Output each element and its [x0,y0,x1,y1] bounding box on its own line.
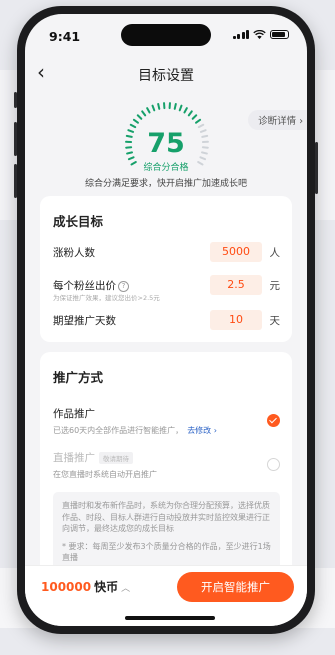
growth-goals-title: 成长目标 [53,214,104,229]
option-title: 作品推广 [53,408,95,420]
home-indicator [125,616,215,620]
option-title: 直播推广 敬请期待 [53,450,280,465]
option-desc-text: 已选60天内全部作品进行智能推广， [53,426,184,435]
score-grade: 综合分合格 [143,163,189,173]
gauge-tick [129,123,137,129]
goal-row-bid: 每个粉丝出价? 为保证推广效果，建议您出价>2.5元 2.5 元 [53,275,281,302]
gauge-tick [187,110,193,117]
battery-icon [270,30,289,39]
goal-label: 期望推广天数 [53,315,116,327]
phone-frame: 9:41 ‹ 目标设置 诊断详情 › 75 综合分合格 综合分满足要求，快开启推… [14,6,318,634]
gauge-tick [132,118,139,124]
option-desc: 在您直播时系统自动开启推广 [53,470,157,479]
goal-unit: 人 [269,247,281,259]
gauge-tick [157,102,161,110]
modify-link[interactable]: 去修改 › [187,426,217,435]
gauge-tick [136,114,143,120]
promotion-method-card: 推广方式 作品推广 已选60天内全部作品进行智能推广， 去修改 › 直播推广 敬请期… [40,352,292,592]
phone-side-button [14,92,17,108]
option-live-promotion[interactable]: 直播推广 敬请期待 在您直播时系统自动开启推广 [53,450,280,480]
goal-unit: 天 [269,315,281,327]
promotion-method-title: 推广方式 [53,370,104,385]
chevron-up-icon: ︿ [121,584,131,594]
diagnosis-label: 诊断详情 [258,116,297,127]
coin-balance[interactable]: 100000 快币 ︿ [41,578,130,595]
status-bar: 9:41 [25,14,307,54]
signal-icon [232,30,249,39]
gauge-tick [197,123,205,129]
goal-hint: 为保证推广效果，建议您出价>2.5元 [53,294,160,302]
page-title: 目标设置 [138,68,194,84]
option-desc: 已选60天内全部作品进行智能推广， 去修改 › [53,425,280,436]
wifi-icon [253,30,266,39]
coin-amount: 100000 [41,580,92,594]
diagnosis-details-button[interactable]: 诊断详情 › [248,110,307,130]
modify-link-label: 去修改 [187,426,212,435]
screen: 9:41 ‹ 目标设置 诊断详情 › 75 综合分合格 综合分满足要求，快开启推… [25,14,307,626]
status-icons [232,30,289,39]
gauge-tick [141,110,147,117]
score-value: 75 [147,128,185,159]
phone-volume-down [14,164,17,198]
goal-row-days: 期望推广天数 10 天 [53,310,280,332]
dynamic-island [121,24,211,46]
info-text: 直播时和发布新作品时，系统为你合理分配预算，选择优质作品、时段、目标人群进行自动… [62,501,270,533]
start-promotion-button[interactable]: 开启智能推广 [177,572,294,602]
option-title-text: 直播推广 [53,452,95,464]
score-summary: 综合分满足要求，快开启推广加速成长吧 [84,179,247,189]
gauge-tick [173,102,177,110]
gauge-tick [146,107,151,114]
gauge-tick [195,118,202,124]
goal-label: 涨粉人数 [53,247,95,259]
bid-input[interactable]: 2.5 [210,275,262,295]
radio-unselected-icon[interactable] [267,458,280,471]
gauge-tick [191,114,198,120]
goal-label: 每个粉丝出价? [53,278,129,293]
goal-unit: 元 [269,280,281,292]
phone-power-button [315,142,318,194]
status-time: 9:41 [49,29,81,44]
option-works-promotion[interactable]: 作品推广 已选60天内全部作品进行智能推广， 去修改 › [53,406,280,436]
gauge-tick [178,104,183,112]
question-icon[interactable]: ? [118,280,129,292]
radio-selected-icon[interactable] [267,414,280,427]
nav-bar: ‹ 目标设置 [25,58,307,88]
coming-soon-badge: 敬请期待 [99,452,133,464]
bottom-bar: 100000 快币 ︿ 开启智能推广 [25,565,307,626]
goal-row-followers: 涨粉人数 5000 人 [53,242,280,264]
chevron-right-icon: › [299,116,303,127]
days-input[interactable]: 10 [210,310,262,330]
info-requirement: * 要求：每周至少发布3个质量分合格的作品，至少进行1场直播 [62,541,271,563]
gauge-tick [183,107,188,114]
growth-goals-card: 成长目标 涨粉人数 5000 人 每个粉丝出价? 为保证推广效果，建议您出价>2… [40,196,292,342]
coin-unit: 快币 [94,580,119,594]
gauge-tick [151,104,156,112]
phone-volume-up [14,122,17,156]
goal-label-text: 每个粉丝出价 [53,280,116,292]
followers-input[interactable]: 5000 [210,242,262,262]
